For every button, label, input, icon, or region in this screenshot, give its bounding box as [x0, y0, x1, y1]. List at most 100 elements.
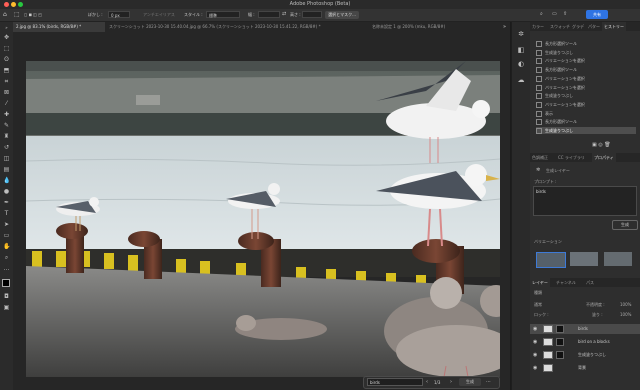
layer-mask-thumbnail[interactable] — [556, 325, 564, 333]
crop-tool-icon[interactable]: ⌗ — [3, 79, 10, 85]
tab-properties[interactable]: プロパティ — [592, 153, 616, 162]
tab-document-3[interactable]: 名称未設定 1 @ 200% (mku, RGB/8#) — [369, 22, 497, 32]
brush-tool-icon[interactable]: ✎ — [3, 123, 10, 129]
search-icon[interactable]: ⌕ — [540, 11, 543, 18]
gradient-tool-icon[interactable]: ▤ — [3, 167, 10, 173]
marquee-tool-icon[interactable]: ⬚ — [14, 11, 20, 18]
height-field[interactable] — [302, 11, 322, 18]
tab-paths[interactable]: パス — [584, 278, 596, 287]
tab-overflow-icon[interactable]: » — [503, 24, 506, 30]
swap-icon[interactable]: ⇄ — [282, 11, 286, 18]
tab-cc-libraries[interactable]: CC ライブラリ — [556, 153, 587, 162]
eyedropper-tool-icon[interactable]: ⁄ — [3, 101, 10, 107]
width-field[interactable] — [258, 11, 280, 18]
tab-document-2[interactable]: スクリーンショット 2023-10-30 15.40.04.jpg @ 66.7… — [106, 22, 368, 32]
tab-color[interactable]: カラー — [530, 22, 546, 31]
feather-field[interactable]: 0 px — [108, 11, 130, 18]
screen-mode-icon[interactable]: ▣ — [3, 305, 10, 311]
selection-mode-icons[interactable]: ◻ ◼ ◫ ◰ — [24, 11, 42, 18]
history-item[interactable]: 生成塗りつぶし — [536, 127, 636, 134]
more-options-icon[interactable]: ⋯ — [486, 378, 491, 387]
share-button[interactable]: 共有 — [586, 10, 608, 19]
contextual-prompt-input[interactable]: birds — [367, 378, 423, 386]
share-icon[interactable]: ⇪ — [563, 11, 567, 18]
path-select-tool-icon[interactable]: ➤ — [3, 222, 10, 228]
history-item[interactable]: バリエーションを選択 — [536, 57, 636, 65]
history-item[interactable]: バリエーションを選択 — [536, 101, 636, 108]
eye-icon[interactable]: ◉ — [533, 339, 539, 345]
tab-gradients[interactable]: グラデ — [570, 22, 586, 31]
blur-tool-icon[interactable]: 💧 — [3, 178, 10, 184]
blend-mode-select[interactable]: 通常 — [534, 302, 542, 308]
more-tools-icon[interactable]: … — [3, 266, 10, 272]
history-item[interactable]: 長方形選択ツール — [536, 66, 636, 74]
zoom-tool-icon[interactable]: ⌕ — [3, 255, 10, 261]
type-tool-icon[interactable]: T — [3, 211, 10, 217]
layer-mask-thumbnail[interactable] — [556, 351, 564, 359]
width-label: 幅 : — [248, 12, 255, 17]
shape-tool-icon[interactable]: ▭ — [3, 233, 10, 239]
canvas-area[interactable]: birds ‹ 1/3 › 生成 ⋯ — [13, 32, 510, 390]
dodge-tool-icon[interactable]: ● — [3, 189, 10, 195]
layer-name: bird on a blocks — [578, 339, 610, 344]
eye-icon[interactable]: ◉ — [533, 365, 539, 371]
layer-row[interactable]: ◉ 背景 — [530, 363, 640, 373]
workspace-icon[interactable]: ▭ — [552, 11, 557, 18]
adjustments-icon[interactable]: ◐ — [517, 60, 525, 68]
opacity-value[interactable]: 100% — [620, 302, 631, 307]
tab-channels[interactable]: チャンネル — [554, 278, 578, 287]
variation-thumb-2[interactable] — [570, 252, 598, 266]
generative-icon[interactable]: ✲ — [517, 30, 525, 38]
layer-mask-thumbnail[interactable] — [556, 338, 564, 346]
style-select[interactable]: 標準 — [206, 11, 240, 18]
history-brush-icon[interactable]: ↺ — [3, 145, 10, 151]
history-snapshot-icons[interactable]: ▣ ◎ 🗑 — [592, 142, 611, 148]
lasso-tool-icon[interactable]: ʘ — [3, 57, 10, 63]
foreground-color-swatch[interactable] — [2, 279, 10, 287]
tab-layers[interactable]: レイヤー — [530, 278, 550, 287]
tab-patterns[interactable]: パター — [586, 22, 602, 31]
history-item[interactable]: 長方形選択ツール — [536, 118, 636, 126]
generate-button[interactable]: 生成 — [612, 220, 638, 230]
history-item[interactable]: バリエーションを選択 — [536, 75, 636, 82]
pen-tool-icon[interactable]: ✒ — [3, 200, 10, 206]
hand-tool-icon[interactable]: ✋ — [3, 244, 10, 250]
antialias-checkbox[interactable]: アンチエイリアス — [143, 11, 175, 18]
layer-row[interactable]: ◉ 生成塗りつぶし — [530, 350, 640, 360]
quick-mask-icon[interactable]: ◘ — [3, 294, 10, 300]
fill-value[interactable]: 100% — [620, 312, 631, 317]
collapse-icon[interactable]: » — [3, 25, 10, 31]
select-and-mask-button[interactable]: 選択とマスク... — [325, 11, 359, 19]
history-item[interactable]: 生成塗りつぶし — [536, 92, 636, 100]
history-item[interactable]: 表示 — [536, 110, 636, 117]
tab-history[interactable]: ヒストリー — [602, 22, 626, 31]
frame-tool-icon[interactable]: ⊠ — [3, 90, 10, 96]
tab-adjustments[interactable]: 色調補正 — [530, 153, 550, 162]
eye-icon[interactable]: ◉ — [533, 352, 539, 358]
next-variation-icon[interactable]: › — [450, 378, 452, 387]
eraser-tool-icon[interactable]: ◫ — [3, 156, 10, 162]
layer-kind-filter[interactable]: 種類 — [534, 290, 542, 296]
properties-icon[interactable]: ◧ — [517, 46, 525, 54]
variation-thumb-3[interactable] — [604, 252, 632, 266]
prompt-textarea[interactable]: birds — [533, 186, 637, 216]
history-item[interactable]: 長方形選択ツール — [536, 40, 636, 47]
layer-row[interactable]: ◉ birds — [530, 324, 640, 334]
prev-variation-icon[interactable]: ‹ — [426, 378, 428, 387]
history-item[interactable]: バリエーションを選択 — [536, 84, 636, 91]
libraries-icon[interactable]: ☁ — [517, 76, 525, 84]
stamp-tool-icon[interactable]: ♜ — [3, 134, 10, 140]
variation-thumb-1[interactable] — [536, 252, 566, 268]
history-item[interactable]: 生成塗りつぶし — [536, 49, 636, 56]
eye-icon[interactable]: ◉ — [533, 326, 539, 332]
tab-document-1[interactable]: 2.jpg @ 83.1% (birds, RGB/8#) * — [13, 22, 105, 32]
move-tool-icon[interactable]: ✥ — [3, 35, 10, 41]
marquee-tool-icon[interactable]: ⬚ — [3, 46, 10, 52]
contextual-generate-button[interactable]: 生成 — [459, 378, 481, 386]
layer-row[interactable]: ◉ bird on a blocks — [530, 337, 640, 347]
photo-canvas[interactable] — [26, 61, 500, 377]
home-icon[interactable]: ⌂ — [3, 11, 7, 18]
tab-swatches[interactable]: スウォッチ — [548, 22, 572, 31]
object-select-tool-icon[interactable]: ⬒ — [3, 68, 10, 74]
healing-brush-icon[interactable]: ✚ — [3, 112, 10, 118]
